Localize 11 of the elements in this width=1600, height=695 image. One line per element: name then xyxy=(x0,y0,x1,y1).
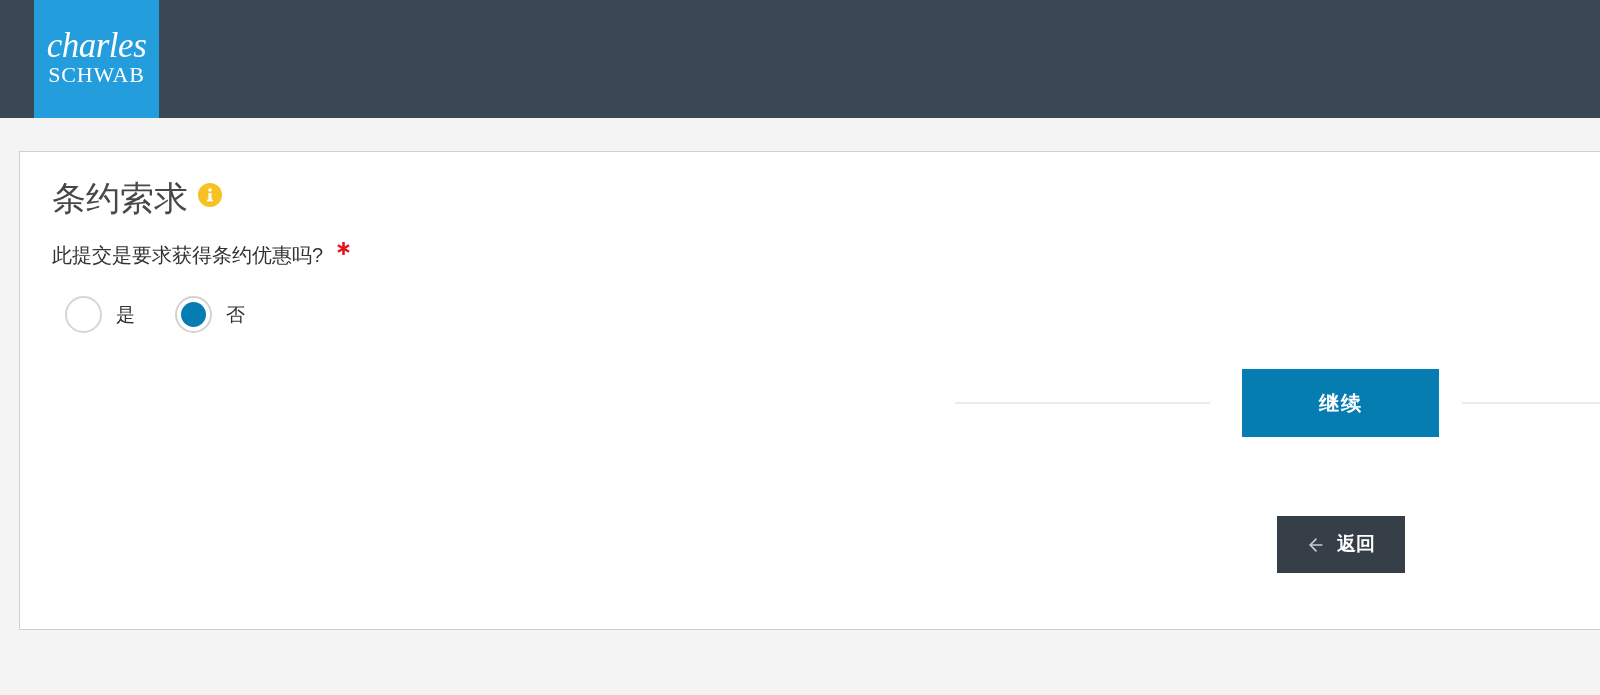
option-label[interactable]: 是 xyxy=(116,301,135,328)
question-label: 此提交是要求获得条约优惠吗? xyxy=(52,243,324,268)
radio-button[interactable] xyxy=(175,296,212,333)
form-title: 条约索求 xyxy=(52,178,188,218)
option-label[interactable]: 否 xyxy=(226,301,245,328)
info-icon[interactable] xyxy=(198,183,222,207)
continue-button[interactable]: 继续 xyxy=(1242,369,1439,437)
logo-text: charles xyxy=(46,28,147,63)
logo-text: SCHWAB xyxy=(48,62,145,86)
radio-button[interactable] xyxy=(65,296,102,333)
back-button[interactable]: 返回 xyxy=(1276,516,1405,573)
